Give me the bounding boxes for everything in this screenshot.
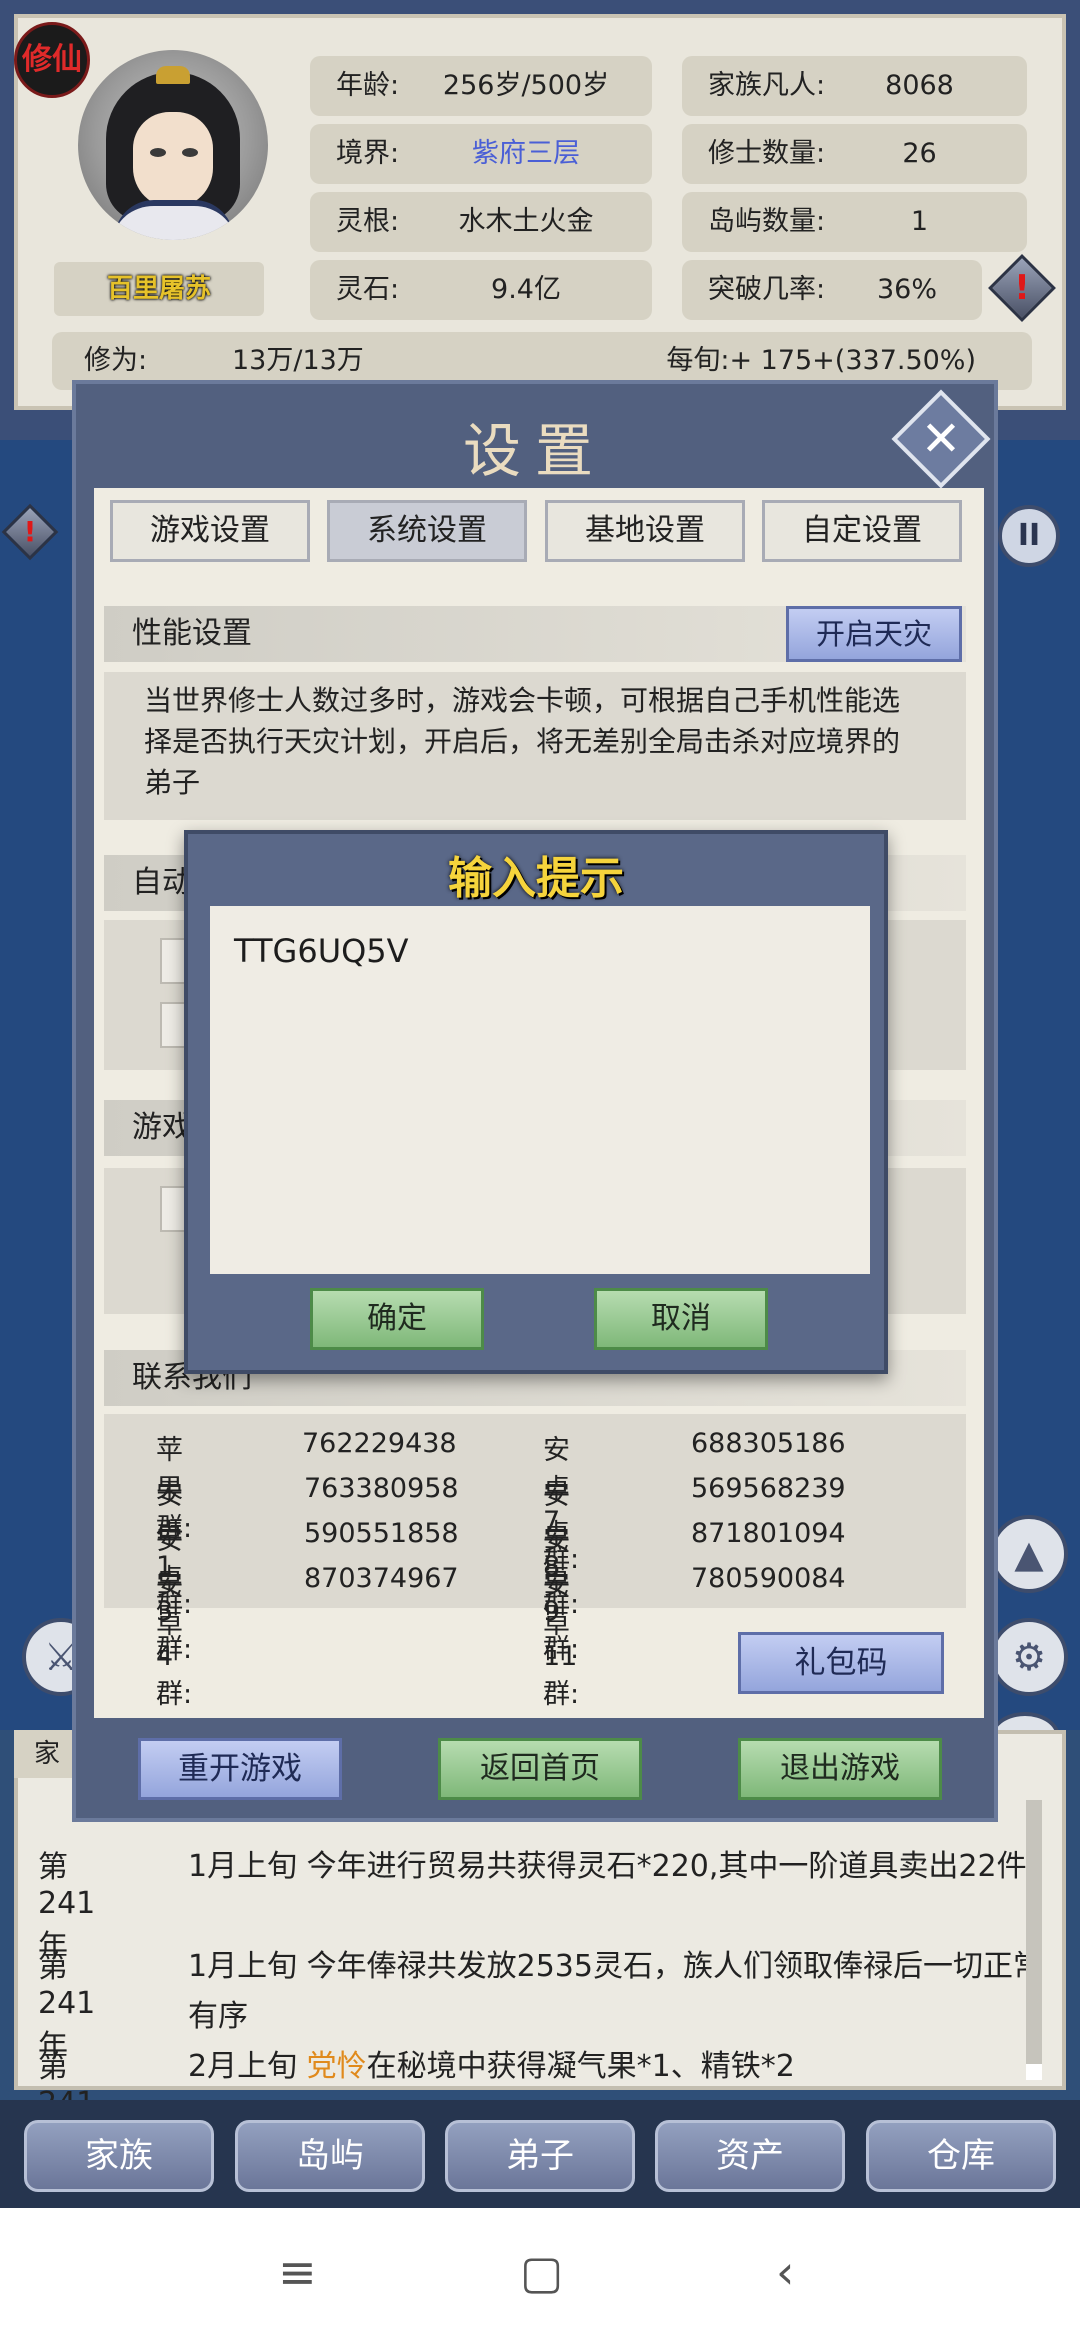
tab-game-settings[interactable]: 游戏设置 — [110, 500, 310, 562]
stat-islands-label: 岛屿数量: — [708, 206, 826, 237]
gift-code-button[interactable]: 礼包码 — [738, 1632, 944, 1694]
menu-icon[interactable]: ≡ — [278, 2245, 317, 2299]
nav-warehouse[interactable]: 仓库 — [866, 2120, 1056, 2192]
restart-game-button[interactable]: 重开游戏 — [138, 1738, 342, 1800]
home-icon[interactable]: ▢ — [520, 2245, 563, 2299]
xiuxian-badge: 修仙 — [14, 22, 90, 98]
back-icon[interactable]: ‹ — [776, 2245, 794, 2299]
stat-age-label: 年龄: — [336, 70, 400, 101]
stat-realm: 境界: 紫府三层 — [310, 124, 652, 184]
exit-game-button[interactable]: 退出游戏 — [738, 1738, 942, 1800]
log-text: 1月上旬 今年进行贸易共获得灵石*220,其中一阶道具卖出22件 — [188, 1849, 1027, 1884]
gear-icon[interactable]: ⚙ — [990, 1618, 1068, 1696]
stat-breakthrough: 突破几率: 36% — [682, 260, 982, 320]
mountain-icon[interactable]: ▲ — [990, 1515, 1068, 1593]
performance-description: 当世界修士人数过多时，游戏会卡顿，可根据自己手机性能选择是否执行天灾计划，开启后… — [144, 684, 901, 799]
close-icon: ✕ — [920, 411, 962, 467]
stat-age: 年龄: 256岁/500岁 — [310, 56, 652, 116]
avatar-face — [133, 112, 213, 208]
avatar-eye-left — [150, 148, 166, 157]
stat-cultivators-value: 26 — [902, 138, 937, 169]
log-scrollbar[interactable] — [1026, 1800, 1042, 2080]
stat-family-mortals: 家族凡人: 8068 — [682, 56, 1027, 116]
tab-base-settings[interactable]: 基地设置 — [545, 500, 745, 562]
avatar-crown — [156, 66, 190, 84]
cancel-button[interactable]: 取消 — [594, 1288, 768, 1350]
log-text: 2月上旬 党怜在秘境中获得凝气果*1、精铁*2 — [188, 2049, 795, 2084]
log-disciple-name[interactable]: 党怜 — [307, 2049, 367, 2084]
avatar-eye-right — [182, 148, 198, 157]
nav-disciples[interactable]: 弟子 — [445, 2120, 635, 2192]
stat-root-value: 水木土火金 — [458, 206, 594, 237]
stat-age-value: 256岁/500岁 — [442, 70, 610, 101]
stat-spirit-stones: 灵石: 9.4亿 — [310, 260, 652, 320]
stat-spirit-root: 灵根: 水木土火金 — [310, 192, 652, 252]
nav-islands[interactable]: 岛屿 — [235, 2120, 425, 2192]
stat-realm-label: 境界: — [336, 138, 400, 169]
player-name: 百里屠苏 — [54, 262, 264, 316]
stat-family-label: 家族凡人: — [708, 70, 826, 101]
stat-family-value: 8068 — [885, 70, 954, 101]
enable-disaster-button[interactable]: 开启天灾 — [786, 606, 962, 662]
nav-family[interactable]: 家族 — [24, 2120, 214, 2192]
stat-stones-label: 灵石: — [336, 274, 400, 305]
log-tab-family[interactable]: 家 — [14, 1730, 74, 1778]
return-home-button[interactable]: 返回首页 — [438, 1738, 642, 1800]
stat-islands: 岛屿数量: 1 — [682, 192, 1027, 252]
stat-breakthrough-label: 突破几率: — [708, 274, 826, 305]
stat-realm-value: 紫府三层 — [472, 138, 580, 169]
gift-code-input[interactable]: TTG6UQ5V — [210, 906, 870, 1274]
stat-breakthrough-value: 36% — [876, 274, 937, 305]
stat-root-label: 灵根: — [336, 206, 400, 237]
settings-title: 设置 — [462, 417, 607, 485]
performance-description-box: 当世界修士人数过多时，游戏会卡顿，可根据自己手机性能选择是否执行天灾计划，开启后… — [104, 672, 966, 820]
log-scroll-thumb[interactable] — [1026, 2064, 1042, 2080]
confirm-button[interactable]: 确定 — [310, 1288, 484, 1350]
stat-stones-value: 9.4亿 — [491, 274, 561, 305]
tab-system-settings[interactable]: 系统设置 — [327, 500, 527, 562]
player-avatar[interactable] — [78, 50, 268, 240]
stat-islands-value: 1 — [910, 206, 929, 237]
avatar-robe — [114, 200, 234, 240]
nav-assets[interactable]: 资产 — [655, 2120, 845, 2192]
tab-custom-settings[interactable]: 自定设置 — [762, 500, 962, 562]
stat-cultivators: 修士数量: 26 — [682, 124, 1027, 184]
pause-button[interactable]: II — [998, 505, 1060, 567]
stat-cultivators-label: 修士数量: — [708, 138, 826, 169]
prompt-title: 输入提示 — [448, 853, 624, 904]
log-text: 1月上旬 今年俸禄共发放2535灵石，族人们领取俸禄后一切正常有序 — [188, 1949, 1043, 2034]
input-prompt-dialog: 输入提示 TTG6UQ5V — [184, 830, 888, 1374]
